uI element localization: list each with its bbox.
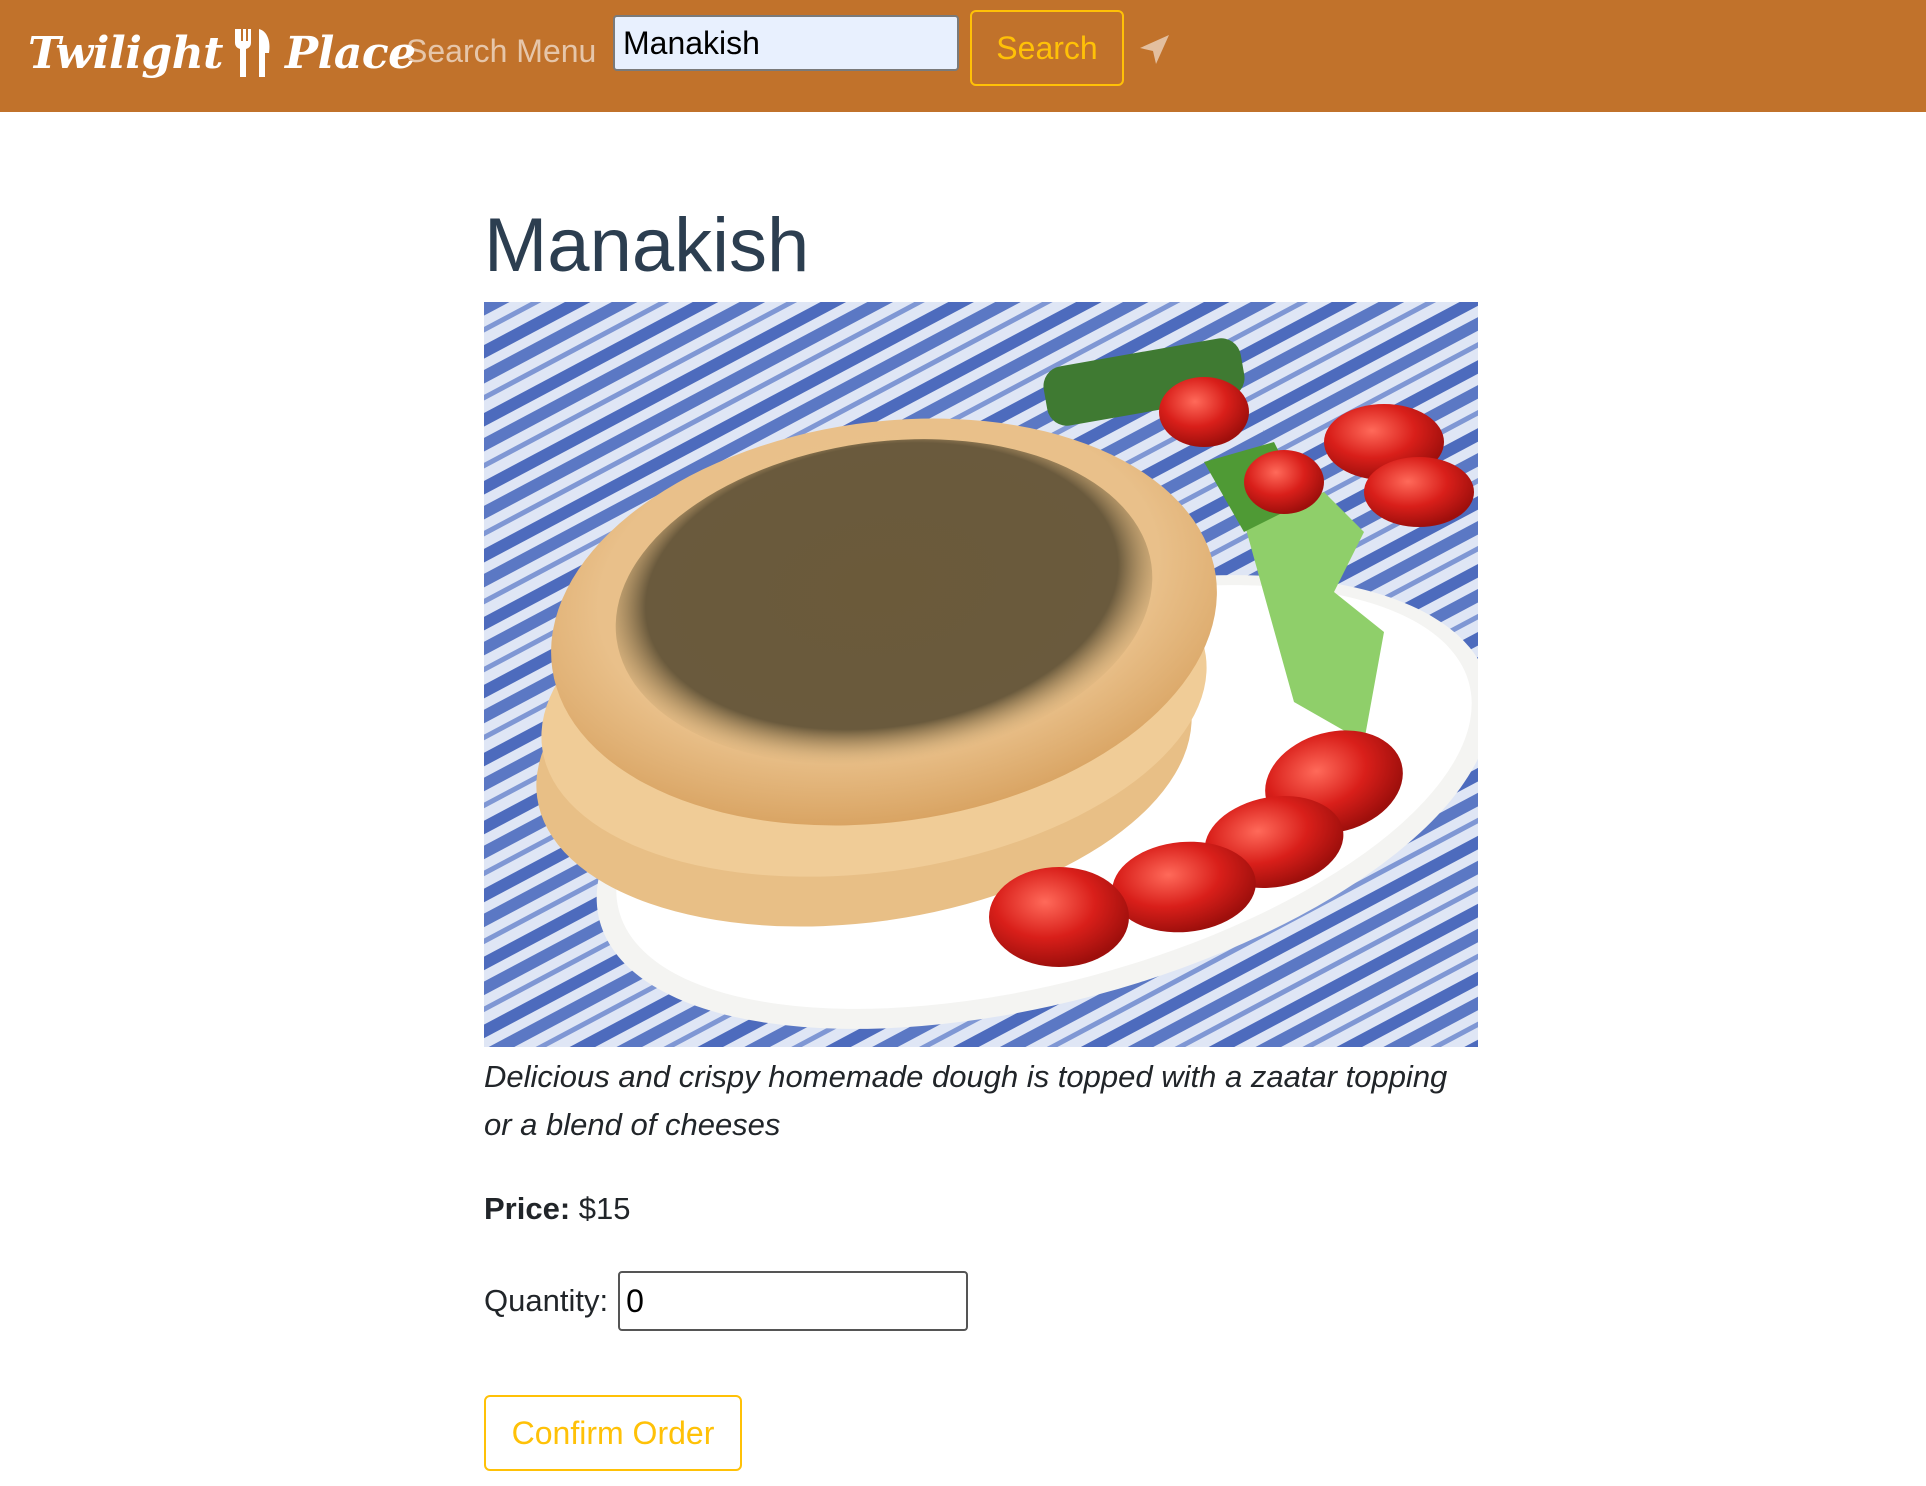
search-input[interactable]: [613, 15, 959, 71]
quantity-row: Quantity:: [484, 1271, 1478, 1331]
item-description: Delicious and crispy homemade dough is t…: [484, 1059, 1448, 1142]
price-row: Price: $15: [484, 1187, 1478, 1231]
confirm-order-button[interactable]: Confirm Order: [484, 1395, 742, 1471]
item-title: Manakish: [484, 203, 810, 288]
brand-text-left: Twilight: [28, 27, 224, 79]
navbar: Twilight Place Search Menu Search: [0, 0, 1926, 112]
location-arrow-icon[interactable]: [1136, 32, 1172, 68]
item-detail: Manakish Delicious and crispy homemade d…: [484, 190, 1478, 1471]
brand-text-right: Place: [285, 27, 416, 79]
quantity-label: Quantity:: [484, 1283, 609, 1318]
quantity-input[interactable]: [618, 1271, 969, 1331]
item-image: [484, 302, 1478, 1047]
search-menu-label: Search Menu: [406, 33, 597, 69]
price-label: Price:: [484, 1191, 571, 1226]
price-value: $15: [578, 1191, 631, 1226]
search-button[interactable]: Search: [970, 10, 1124, 86]
brand-logo[interactable]: Twilight Place: [28, 18, 416, 88]
fork-knife-icon: [235, 29, 270, 77]
